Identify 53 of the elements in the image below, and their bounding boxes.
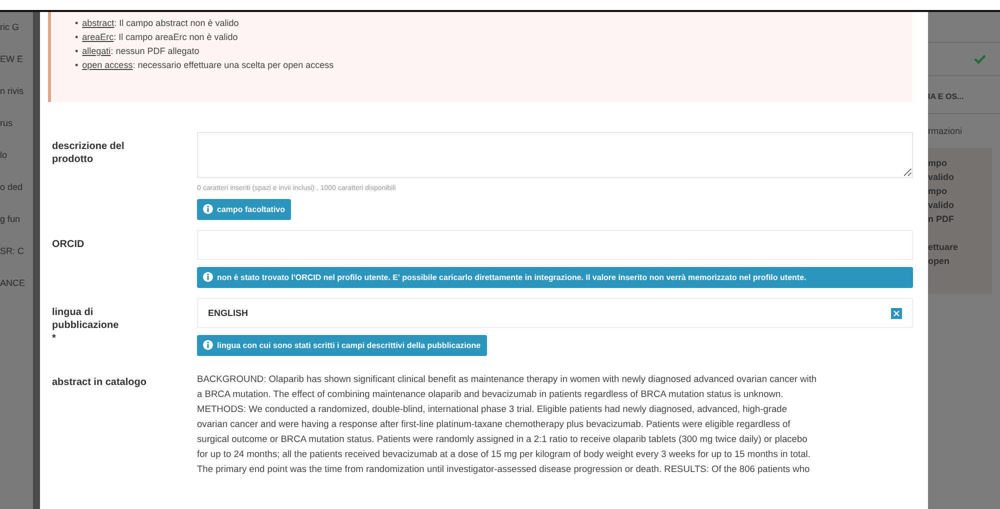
error-field-link[interactable]: abstract [82, 18, 114, 28]
info-icon [203, 340, 213, 350]
description-textarea[interactable] [197, 132, 913, 178]
info-hint: non è stato trovato l'ORCID nel profilo utente. E' possibile caricarlo direttamente in integrazione. Il valore inserito non verrà memorizzato nel profilo utente. [197, 267, 913, 288]
clear-button[interactable] [891, 308, 902, 318]
error-field-link[interactable]: allegati [82, 46, 111, 56]
error-message: : Il campo abstract non è valido [114, 18, 239, 28]
background-text: rus [0, 118, 14, 128]
field-label: abstract in catalogo [52, 376, 148, 389]
field-label: lingua di pubblicazione [52, 306, 120, 332]
background-text: ettuare [928, 241, 960, 254]
language-select[interactable]: ENGLISH [197, 298, 913, 328]
abstract-text: surgical outcome or BRCA mutation status. Patients were randomly assigned in a 2:1 ratio to receive olaparib tablets (300 mg twice daily) or placebo [197, 433, 808, 446]
info-icon [203, 204, 213, 214]
background-text: open [928, 255, 950, 268]
check-icon [974, 54, 986, 64]
abstract-text: for up to 24 months; all the patients received bevacizumab at a dose of 15 mg per kilogram of body weight every 3 weeks for up to 15 months in total. [197, 448, 812, 461]
background-text: valido [928, 199, 956, 212]
error-message: : Il campo areaErc non è valido [114, 32, 238, 42]
background-text: lo [0, 150, 8, 160]
bullet: • [75, 59, 78, 72]
select-value: ENGLISH [208, 308, 248, 318]
error-message: : nessun PDF allegato [110, 46, 200, 56]
background-text: n rivis [0, 86, 25, 96]
background-text: SR: C [0, 246, 26, 256]
background-text: mpo [928, 185, 948, 198]
abstract-text: a BRCA mutation. The effect of combining maintenance olaparib and bevacizumab in patients regardless of BRCA mutation status is unknown. [197, 388, 784, 401]
abstract-text: METHODS: We conducted a randomized, double-blind, international phase 3 trial. Eligible patients had newly diagnosed, advanced, high-grade [197, 403, 788, 416]
error-field-link[interactable]: areaErc [82, 32, 114, 42]
field-label: descrizione del prodotto [52, 140, 126, 166]
background-text: n PDF [928, 213, 955, 226]
abstract-text: The primary end point was the time from randomization until investigator-assessed disease progression or death. RESULTS: Of the 806 patients who [197, 463, 811, 476]
info-hint: campo facoltativo [197, 199, 292, 220]
abstract-text: ovarian cancer and were having a response after first-line platinum-taxane chemotherapy plus bevacizumab. Patients were eligible regardless of [197, 418, 792, 431]
background-text: g fun [0, 214, 22, 224]
background-text: EW E [0, 54, 24, 64]
background-text: rmazioni [928, 125, 964, 138]
background-text: ric G [0, 22, 20, 32]
background-text: ANCE [0, 278, 26, 288]
bullet: • [75, 31, 78, 44]
background-text: IA E OS... [928, 76, 1000, 114]
background-text: valido [928, 171, 956, 184]
required-mark: * [52, 332, 57, 345]
background-text: o ded [0, 182, 24, 192]
background-text: mpo [928, 157, 948, 170]
bullet: • [75, 45, 78, 58]
info-icon [203, 272, 213, 282]
error-message: : necessario effettuare una scelta per open access [132, 60, 334, 70]
error-field-link[interactable]: open access [82, 60, 133, 70]
abstract-text: BACKGROUND: Olaparib has shown significant clinical benefit as maintenance therapy in women with newly diagnosed advanced ovarian cancer with [197, 373, 818, 386]
field-label: ORCID [52, 238, 86, 251]
bullet: • [75, 17, 78, 30]
info-hint: lingua con cui sono stati scritti i campi descrittivi della pubblicazione [197, 335, 487, 356]
